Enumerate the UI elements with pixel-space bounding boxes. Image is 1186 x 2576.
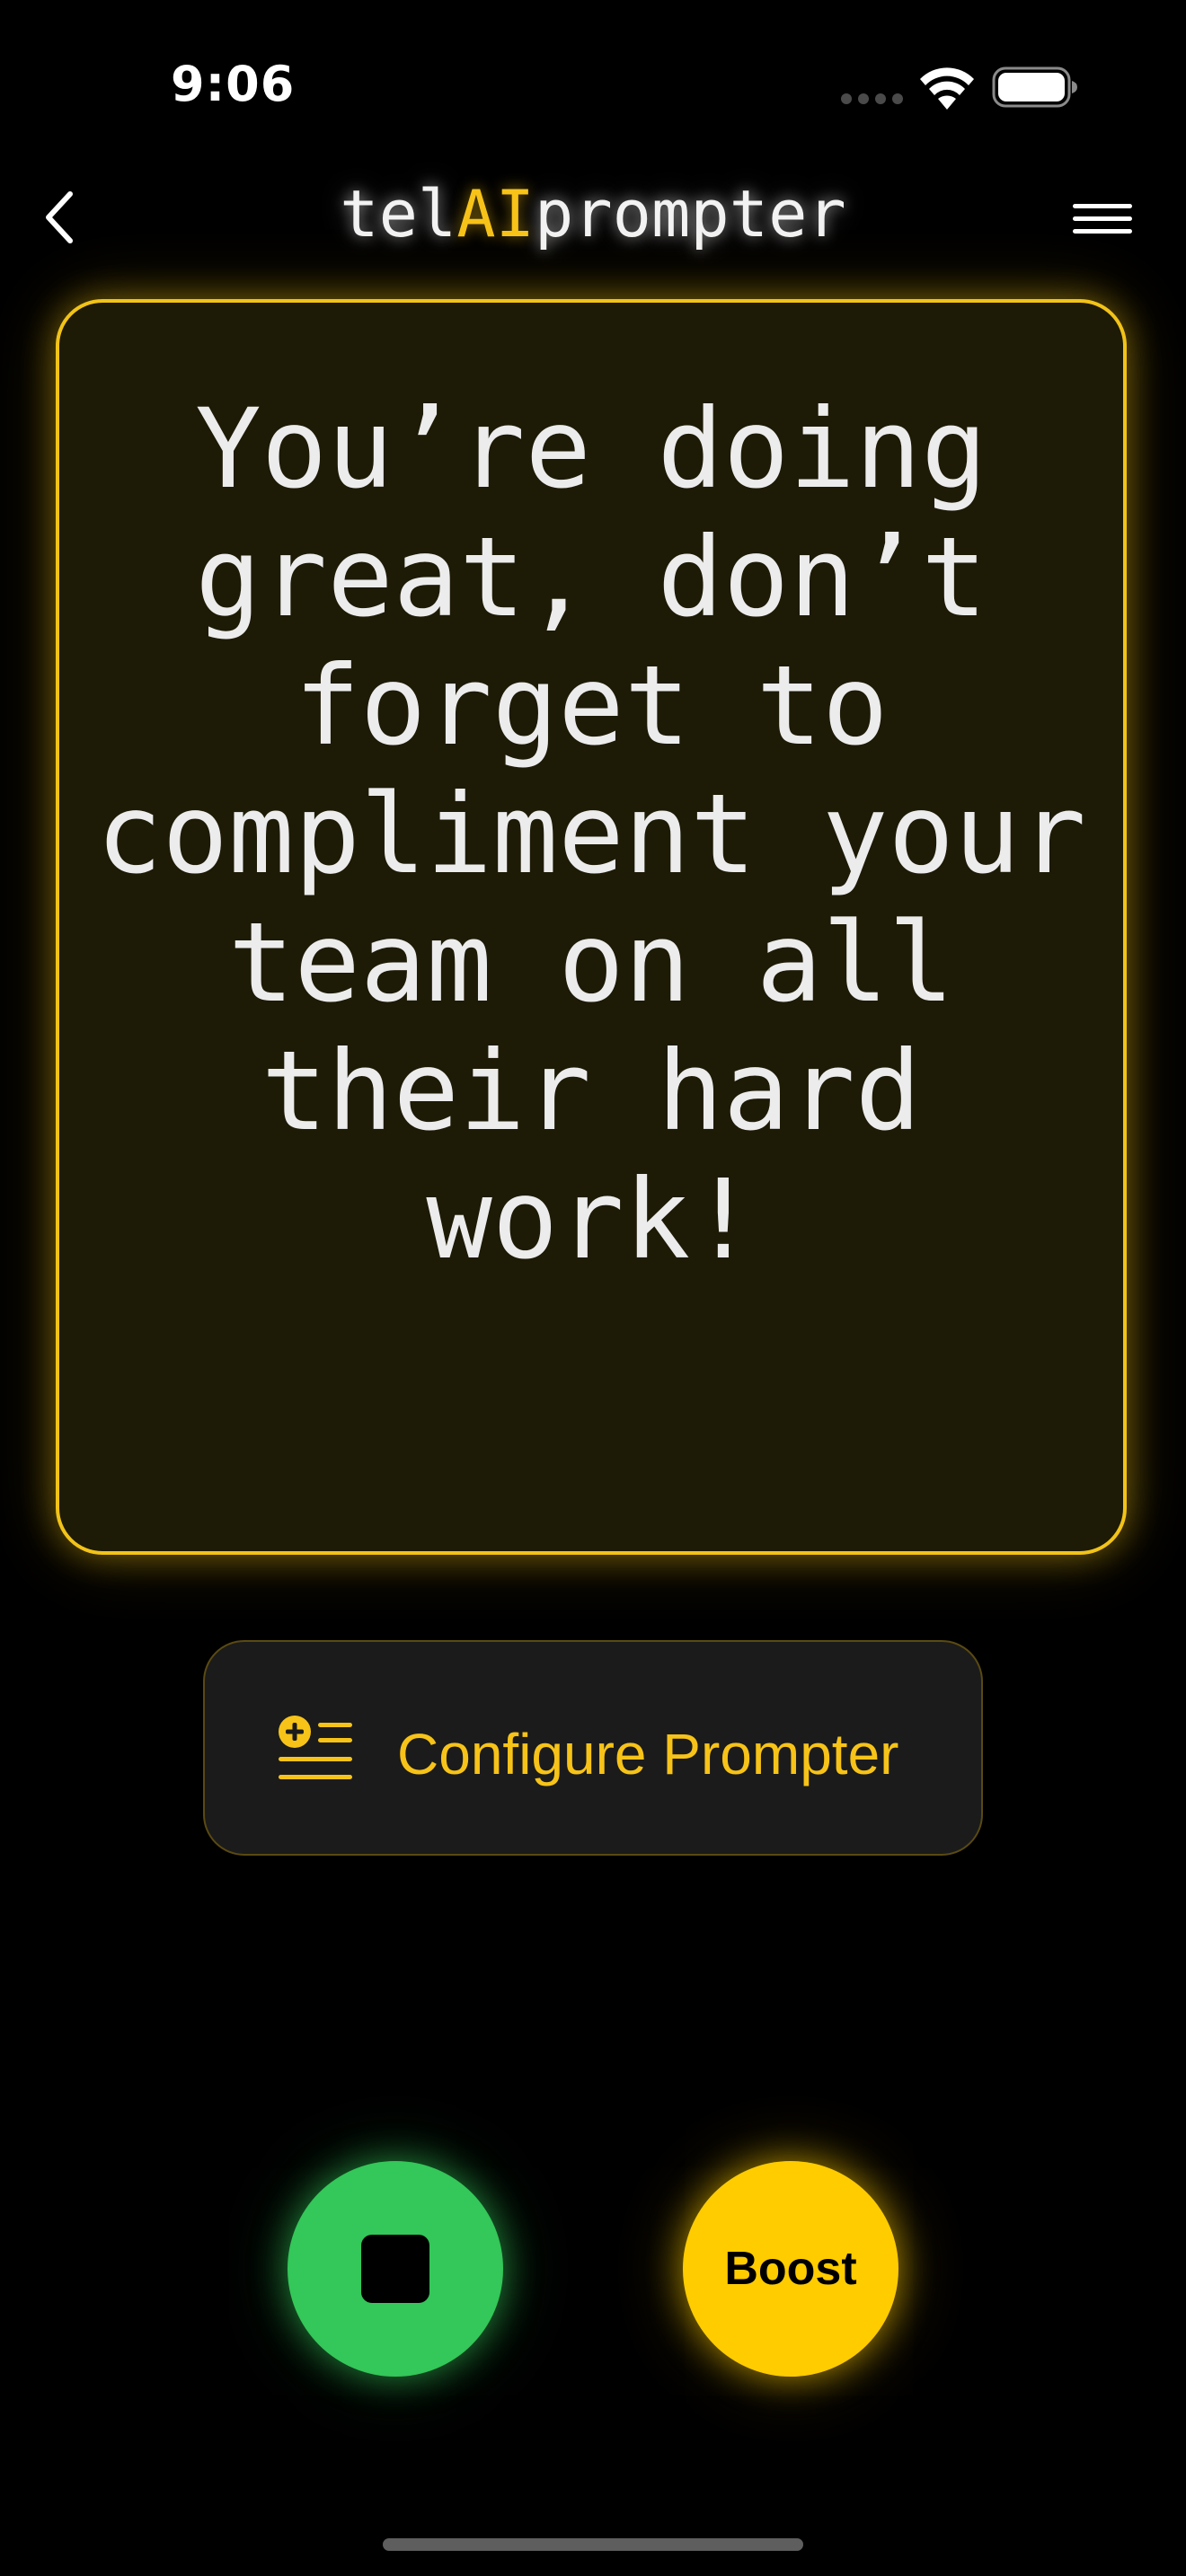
app-title-prefix: tel xyxy=(340,176,457,251)
boost-button[interactable]: Boost xyxy=(683,2161,898,2377)
app-title-accent: AI xyxy=(456,176,535,251)
list-add-icon xyxy=(279,1716,352,1779)
prompt-text: You’re doing great, don’t forget to comp… xyxy=(96,385,1086,1284)
status-bar: 9:06 xyxy=(0,0,1186,171)
configure-prompter-button[interactable]: Configure Prompter xyxy=(203,1640,983,1856)
battery-icon xyxy=(992,66,1077,108)
configure-prompter-label: Configure Prompter xyxy=(397,1722,899,1786)
wifi-icon xyxy=(920,67,974,110)
boost-label: Boost xyxy=(724,2243,857,2295)
app-title-suffix: prompter xyxy=(534,176,846,251)
home-indicator[interactable] xyxy=(383,2538,803,2551)
stop-icon xyxy=(361,2235,429,2303)
status-time: 9:06 xyxy=(171,56,296,112)
cellular-signal-icon xyxy=(841,93,904,104)
menu-button[interactable] xyxy=(1071,199,1136,239)
prompt-card: You’re doing great, don’t forget to comp… xyxy=(56,299,1127,1555)
stop-button[interactable] xyxy=(288,2161,503,2377)
app-title: telAIprompter xyxy=(0,176,1186,251)
